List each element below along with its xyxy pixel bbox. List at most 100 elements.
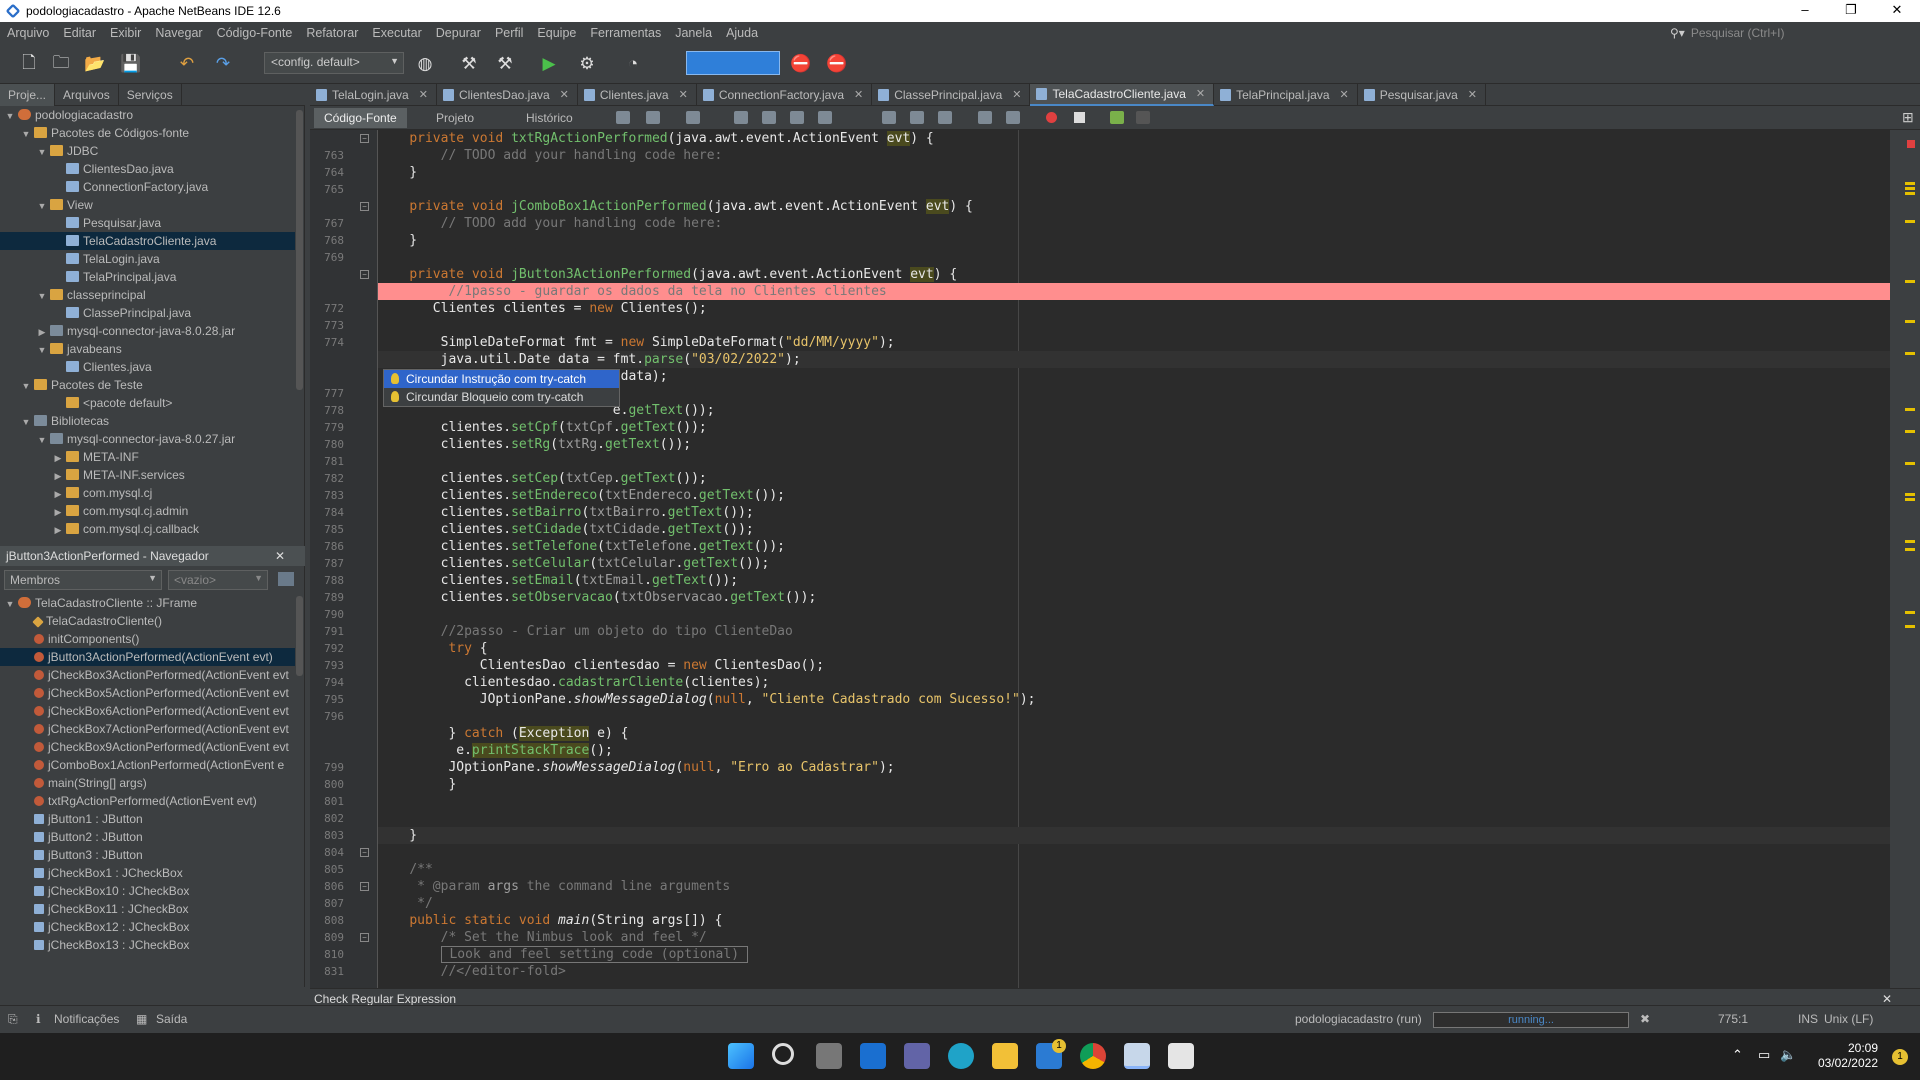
navigator-item[interactable]: jCheckBox7ActionPerformed(ActionEvent ev… (0, 720, 295, 738)
expand-icon[interactable]: ▶ (52, 485, 64, 503)
warning-mark[interactable] (1905, 462, 1915, 465)
project-tree-item[interactable]: ▶ com.mysql.cj.admin (0, 502, 295, 520)
navigator-item[interactable]: jButton1 : JButton (0, 810, 295, 828)
navigator-item[interactable]: jCheckBox9ActionPerformed(ActionEvent ev… (0, 738, 295, 756)
expand-icon[interactable]: ▼ (20, 377, 32, 395)
expand-icon[interactable]: ▼ (36, 287, 48, 305)
code-line[interactable]: } (378, 776, 1890, 793)
project-tree-item[interactable]: Pesquisar.java (0, 214, 295, 232)
code-line[interactable]: /* Set the Nimbus look and feel */ (378, 929, 1890, 946)
navigator-item[interactable]: jCheckBox6ActionPerformed(ActionEvent ev… (0, 702, 295, 720)
close-icon[interactable]: ✕ (275, 546, 285, 566)
expand-icon[interactable]: ▼ (36, 197, 48, 215)
navigator-item[interactable]: jComboBox1ActionPerformed(ActionEvent e (0, 756, 295, 774)
config-select[interactable]: <config. default> ▼ (264, 52, 404, 74)
project-tree-scrollbar[interactable] (296, 110, 303, 390)
search-taskbar-icon[interactable] (772, 1043, 794, 1065)
cancel-task-icon[interactable]: ✖ (1640, 1012, 1650, 1026)
tab-codigo-fonte[interactable]: Código-Fonte (314, 108, 407, 128)
navigator-item[interactable]: ▼ TelaCadastroCliente :: JFrame (0, 594, 295, 612)
warning-mark[interactable] (1905, 498, 1915, 501)
toggle-bookmark-icon[interactable] (938, 111, 952, 124)
menu-refatorar[interactable]: Refatorar (299, 26, 365, 40)
project-tree-item[interactable]: ClassePrincipal.java (0, 304, 295, 322)
project-tree-item[interactable]: TelaCadastroCliente.java (0, 232, 295, 250)
stop-macro-icon[interactable] (1074, 112, 1085, 123)
shift-right-icon[interactable] (1006, 111, 1020, 124)
navigator-item[interactable]: jButton3ActionPerformed(ActionEvent evt) (0, 648, 295, 666)
notification-badge[interactable]: 1 (1892, 1049, 1908, 1065)
code-line[interactable] (378, 793, 1890, 810)
uncomment-icon[interactable] (1136, 111, 1150, 124)
fold-icon[interactable]: − (360, 933, 369, 942)
menu-perfil[interactable]: Perfil (488, 26, 530, 40)
stop-profiler-icon[interactable]: ⛔ (826, 53, 848, 75)
menu-executar[interactable]: Executar (365, 26, 428, 40)
code-line[interactable]: private void jButton3ActionPerformed(jav… (378, 266, 1890, 283)
navigator-options-icon[interactable] (278, 572, 294, 586)
profile-icon[interactable]: ◔ (622, 53, 644, 75)
last-edit-icon[interactable] (616, 111, 630, 124)
menu-janela[interactable]: Janela (668, 26, 719, 40)
editor-tab[interactable]: Clientes.java ✕ (578, 84, 697, 106)
open-project-icon[interactable]: 📂 (84, 53, 106, 75)
clean-build-icon[interactable]: ⚒ (494, 53, 516, 75)
expand-icon[interactable]: ▼ (36, 431, 48, 449)
shift-left-icon[interactable] (978, 111, 992, 124)
gc-icon[interactable]: ⛔ (790, 53, 812, 75)
code-line[interactable]: clientes.setObservacao(txtObservacao.get… (378, 589, 1890, 606)
project-tree-item[interactable]: ▼ Bibliotecas (0, 412, 295, 430)
widgets-icon[interactable] (860, 1043, 886, 1069)
expand-icon[interactable]: ▼ (20, 413, 32, 431)
search-input[interactable]: Pesquisar (Ctrl+I) (1691, 26, 1785, 40)
expand-icon[interactable]: ▼ (36, 341, 48, 359)
code-line[interactable]: clientes.setBairro(txtBairro.getText()); (378, 504, 1890, 521)
menu-codigo-fonte[interactable]: Código-Fonte (210, 26, 300, 40)
find-previous-icon[interactable] (762, 111, 776, 124)
project-tree-item[interactable]: ▼ javabeans (0, 340, 295, 358)
code-line[interactable]: clientes.setCelular(txtCelular.getText()… (378, 555, 1890, 572)
split-editor-icon[interactable]: ⊞ (1902, 109, 1914, 126)
tab-arquivos[interactable]: Arquivos (55, 83, 119, 106)
close-icon[interactable]: ✕ (854, 84, 863, 106)
new-file-icon[interactable]: 🗋 (18, 53, 40, 75)
editor-tab[interactable]: TelaLogin.java ✕ (310, 84, 437, 106)
navigator-item[interactable]: jCheckBox10 : JCheckBox (0, 882, 295, 900)
code-line[interactable]: Look and feel setting code (optional) (378, 946, 1890, 963)
code-line[interactable]: clientes.setCidade(txtCidade.getText()); (378, 521, 1890, 538)
navigator-item[interactable]: main(String[] args) (0, 774, 295, 792)
editor-tab[interactable]: TelaCadastroCliente.java ✕ (1030, 84, 1215, 106)
code-line[interactable]: //</editor-fold> (378, 963, 1890, 980)
warning-mark[interactable] (1905, 430, 1915, 433)
menu-editar[interactable]: Editar (56, 26, 103, 40)
code-line[interactable]: } (378, 827, 1890, 844)
project-tree-item[interactable]: ▶ mysql-connector-java-8.0.28.jar (0, 322, 295, 340)
project-tree-item[interactable]: TelaPrincipal.java (0, 268, 295, 286)
navigator-filter-select[interactable]: Membros ▼ (4, 570, 162, 590)
project-tree-item[interactable]: ▼ JDBC (0, 142, 295, 160)
navigator-item[interactable]: TelaCadastroCliente() (0, 612, 295, 630)
close-icon[interactable]: ✕ (1340, 84, 1349, 106)
code-line[interactable] (378, 606, 1890, 623)
warning-mark[interactable] (1905, 182, 1915, 185)
code-line[interactable]: } catch (Exception e) { (378, 725, 1890, 742)
code-line[interactable]: clientes.setRg(txtRg.getText()); (378, 436, 1890, 453)
code-line[interactable]: //2passo - Criar um objeto do tipo Clien… (378, 623, 1890, 640)
redo-icon[interactable]: ↷ (212, 53, 234, 75)
navigator-item[interactable]: jCheckBox11 : JCheckBox (0, 900, 295, 918)
comment-icon[interactable] (1110, 111, 1124, 124)
chrome-icon[interactable] (1080, 1043, 1106, 1069)
project-tree-item[interactable]: ▼ mysql-connector-java-8.0.27.jar (0, 430, 295, 448)
editor-tab[interactable]: ClassePrincipal.java ✕ (872, 84, 1031, 106)
code-line[interactable] (378, 708, 1890, 725)
warning-mark[interactable] (1905, 280, 1915, 283)
toggle-highlight-icon[interactable] (818, 111, 832, 124)
warning-mark[interactable] (1905, 493, 1915, 496)
tab-historico[interactable]: Histórico (516, 108, 583, 128)
bell-icon[interactable]: ⎘ (8, 1012, 18, 1027)
maximize-button[interactable]: ❐ (1828, 0, 1874, 22)
code-line[interactable] (378, 453, 1890, 470)
netbeans-taskbar-icon[interactable] (1124, 1043, 1150, 1069)
navigator-item[interactable]: jButton2 : JButton (0, 828, 295, 846)
expand-icon[interactable]: ▼ (4, 595, 16, 613)
